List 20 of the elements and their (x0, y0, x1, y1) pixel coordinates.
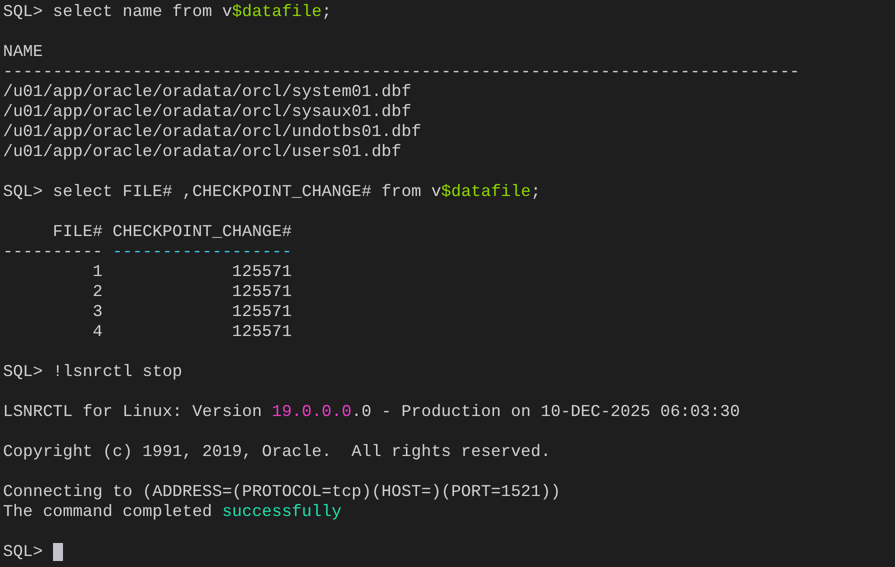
terminal-line: 3 125571 (92, 302, 292, 322)
terminal-line: 2 125571 (92, 282, 292, 302)
terminal-line: /u01/app/oracle/oradata/orcl/system01.dbf (3, 82, 412, 102)
terminal-line: SQL> !lsnrctl stop (3, 362, 182, 382)
terminal-line: LSNRCTL for Linux: Version 19.0.0.0.0 - Production on 10-DEC-2025 06:03:30 (3, 402, 740, 422)
terminal-line: Copyright (c) 1991, 2019, Oracle. All rights reserved. (3, 442, 551, 462)
terminal-line: The command completed successfully (3, 502, 342, 522)
terminal-line: /u01/app/oracle/oradata/orcl/users01.dbf (3, 142, 402, 162)
terminal-line: -------------------------------------------------------------------------------- (3, 62, 800, 82)
terminal-line: SQL> select FILE# ,CHECKPOINT_CHANGE# from v$datafile; (3, 182, 541, 202)
terminal-line: NAME (3, 42, 43, 62)
terminal-line: 4 125571 (92, 322, 292, 342)
terminal-line: /u01/app/oracle/oradata/orcl/undotbs01.dbf (3, 122, 422, 142)
terminal-line: Connecting to (ADDRESS=(PROTOCOL=tcp)(HOST=)(PORT=1521)) (3, 482, 561, 502)
terminal-line: ---------- ------------------ (3, 242, 292, 262)
terminal-line: SQL> select name from v$datafile; (3, 2, 332, 22)
terminal-line: /u01/app/oracle/oradata/orcl/sysaux01.dbf (3, 102, 412, 122)
terminal-line: 1 125571 (92, 262, 292, 282)
terminal-line: FILE# CHECKPOINT_CHANGE# (52, 222, 292, 242)
terminal-prompt: SQL> (3, 542, 44, 562)
